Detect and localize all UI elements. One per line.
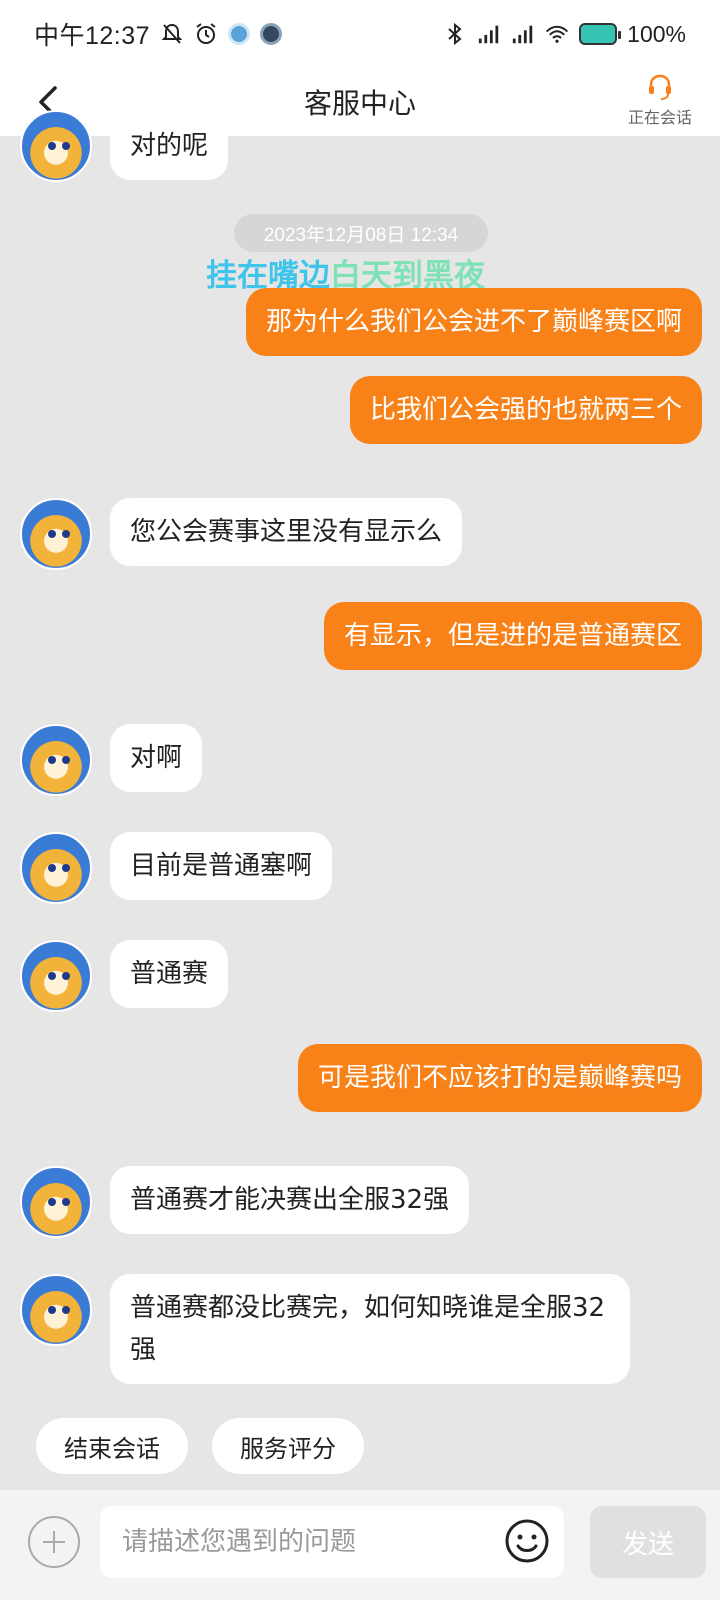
avatar (20, 110, 92, 182)
signal-icon (477, 22, 501, 46)
avatar (20, 1166, 92, 1238)
plus-icon (43, 1531, 65, 1553)
message-bubble: 您公会赛事这里没有显示么 (110, 498, 463, 566)
mute-icon (160, 22, 184, 46)
session-status[interactable]: 正在会话 (628, 72, 692, 128)
send-button[interactable]: 发送 (590, 1506, 706, 1578)
status-bar: 中午12:37 100% (0, 0, 720, 68)
message-bubble: 普通赛 (110, 940, 229, 1008)
avatar (20, 724, 92, 796)
game-notification-icon (260, 23, 283, 45)
avatar (20, 832, 92, 904)
message-bubble: 普通赛才能决赛出全服32强 (110, 1166, 470, 1234)
app-notification-icon (228, 23, 251, 45)
battery-level: 100% (627, 20, 686, 47)
quick-actions: 结束会话 服务评分 (36, 1418, 364, 1474)
signal-2-icon (511, 22, 535, 46)
message-bubble: 目前是普通塞啊 (110, 832, 333, 900)
wifi-icon (545, 22, 569, 46)
message-bubble: 对的呢 (110, 112, 229, 180)
session-status-label: 正在会话 (627, 108, 692, 127)
message-bubble: 有显示，但是进的是普通赛区 (323, 602, 702, 670)
message-bubble: 普通赛都没比赛完，如何知晓谁是全服32强 (110, 1274, 630, 1384)
message-bubble: 对啊 (110, 724, 203, 792)
avatar (20, 940, 92, 1012)
battery-icon (579, 23, 622, 45)
add-attachment-button[interactable] (28, 1516, 80, 1568)
bluetooth-icon (443, 22, 467, 46)
avatar (20, 498, 92, 570)
page-title: 客服中心 (303, 87, 416, 120)
avatar (20, 1274, 92, 1346)
message-bubble: 那为什么我们公会进不了巅峰赛区啊 (245, 288, 702, 356)
message-bubble: 比我们公会强的也就两三个 (349, 376, 702, 444)
message-bubble: 可是我们不应该打的是巅峰赛吗 (297, 1044, 702, 1112)
alarm-icon (194, 22, 218, 46)
headset-icon (648, 74, 671, 100)
emoji-button[interactable] (504, 1518, 550, 1564)
message-input[interactable] (100, 1506, 564, 1578)
chat-timestamp: 2023年12月08日 12:34 (234, 214, 488, 252)
rate-service-button[interactable]: 服务评分 (212, 1418, 364, 1474)
input-bar: 发送 (0, 1490, 720, 1600)
header: 客服中心 正在会话 (0, 68, 720, 136)
end-session-button[interactable]: 结束会话 (36, 1418, 188, 1474)
status-time: 中午12:37 (34, 22, 151, 50)
